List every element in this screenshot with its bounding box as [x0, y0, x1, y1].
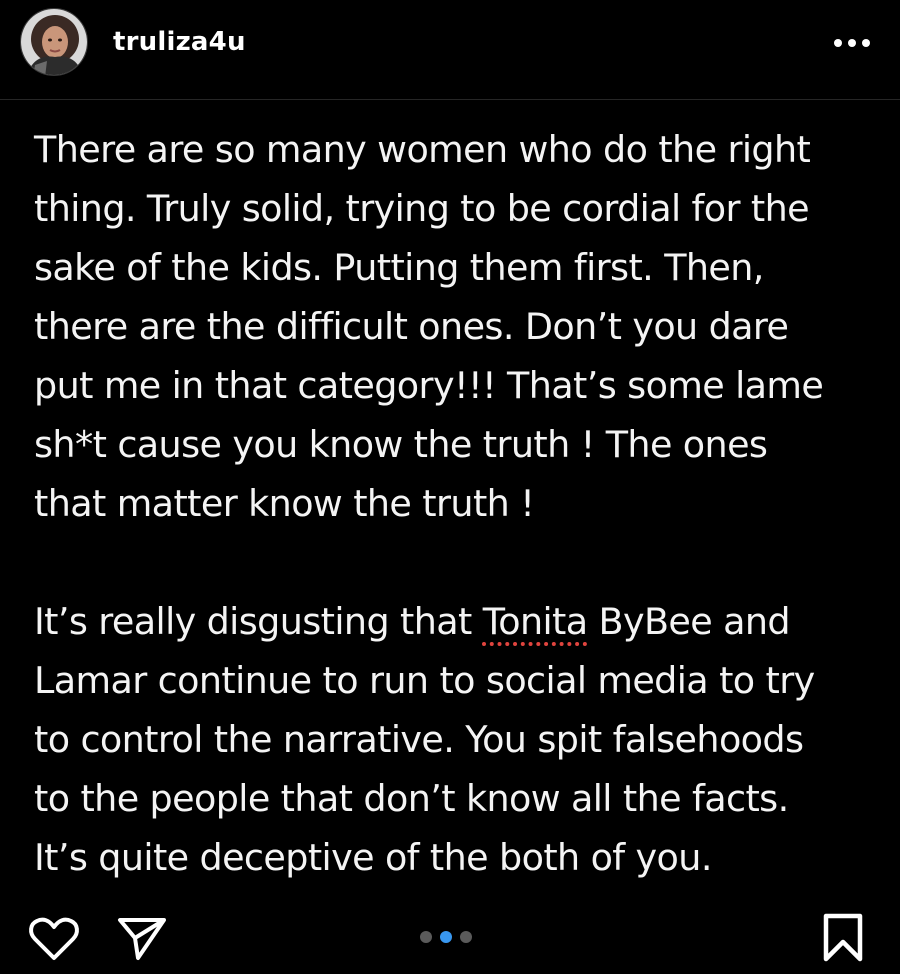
misspelled-word[interactable]: Tonita — [483, 600, 588, 643]
carousel-dot-active — [440, 931, 452, 943]
username[interactable]: truliza4u — [113, 22, 246, 62]
more-horizontal-icon — [834, 39, 870, 47]
heart-icon[interactable] — [28, 916, 80, 962]
paper-plane-icon[interactable] — [116, 914, 168, 962]
carousel-dot — [420, 931, 432, 943]
caption-paragraph-1: There are so many women who do the right… — [34, 128, 824, 525]
caption-text: It’s really disgusting that — [34, 600, 483, 643]
caption-paragraph-2: It’s really disgusting that Tonita ByBee… — [34, 592, 874, 887]
post-caption: There are so many women who do the right… — [34, 120, 874, 887]
more-options-button[interactable] — [828, 28, 876, 58]
avatar[interactable] — [20, 8, 88, 76]
bookmark-icon[interactable] — [822, 913, 864, 963]
carousel-indicator — [420, 931, 472, 943]
carousel-dot — [460, 931, 472, 943]
post-header: truliza4u — [0, 0, 900, 100]
